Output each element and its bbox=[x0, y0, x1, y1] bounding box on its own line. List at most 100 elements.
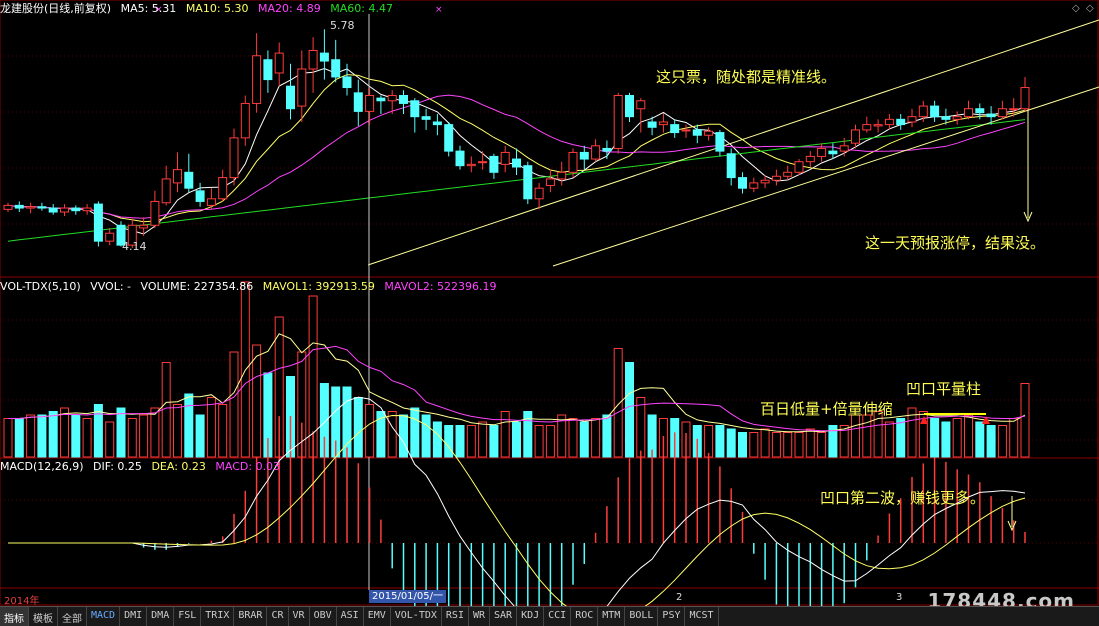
tab-psy[interactable]: PSY bbox=[658, 607, 686, 626]
volume-value: VOLUME: 227354.86 bbox=[140, 280, 254, 293]
macd-value: MACD: 0.03 bbox=[215, 460, 281, 473]
candle-body bbox=[794, 161, 804, 173]
candle-body bbox=[613, 94, 623, 149]
tab-boll[interactable]: BOLL bbox=[625, 607, 659, 626]
candle-body bbox=[82, 207, 92, 212]
volume-bar bbox=[1009, 418, 1019, 458]
ma60-value: MA60: 4.47 bbox=[330, 2, 393, 15]
volume-bar bbox=[3, 418, 13, 458]
volume-bar bbox=[478, 421, 488, 458]
tab-cr[interactable]: CR bbox=[267, 607, 289, 626]
candle-body bbox=[907, 116, 917, 123]
volume-bar bbox=[195, 414, 205, 458]
volume-bar bbox=[986, 425, 996, 458]
tab-指标[interactable]: 指标 bbox=[0, 607, 29, 626]
volume-bar bbox=[625, 362, 634, 458]
candle-body bbox=[738, 177, 747, 189]
candle-body bbox=[523, 165, 533, 200]
candle-body bbox=[93, 203, 103, 242]
candle-body bbox=[432, 121, 442, 126]
candle-body bbox=[331, 59, 341, 78]
macd-indicator-name: MACD(12,26,9) bbox=[0, 460, 84, 473]
price-panel-header: 龙建股份(日线,前复权) MA5: 5.31 MA10: 5.30 MA20: … bbox=[0, 0, 399, 16]
volume-bar bbox=[794, 432, 804, 458]
candle-body bbox=[862, 124, 872, 131]
tab-kdj[interactable]: KDJ bbox=[517, 607, 545, 626]
candle-body bbox=[365, 94, 375, 112]
volume-bar bbox=[71, 414, 81, 458]
tab-dma[interactable]: DMA bbox=[147, 607, 175, 626]
tab-wr[interactable]: WR bbox=[469, 607, 491, 626]
candle-body bbox=[930, 105, 940, 118]
candle-body bbox=[681, 129, 691, 132]
volume-bar bbox=[14, 418, 24, 458]
month-label-3: 3 bbox=[896, 592, 903, 603]
volume-bar bbox=[466, 425, 476, 458]
candle-body bbox=[692, 129, 702, 136]
volume-bar bbox=[421, 414, 431, 458]
cursor-date-label: 2015/01/05/一 bbox=[369, 590, 447, 603]
candle-body bbox=[173, 169, 182, 184]
tab-emv[interactable]: EMV bbox=[364, 607, 391, 626]
trend-line-upper bbox=[367, 19, 1099, 266]
candle-body bbox=[263, 59, 273, 81]
candle-body bbox=[286, 85, 295, 110]
volume-bar bbox=[150, 407, 160, 458]
candle-body bbox=[37, 206, 47, 209]
tab-全部[interactable]: 全部 bbox=[58, 607, 87, 626]
volume-bar bbox=[997, 425, 1007, 458]
tab-asi[interactable]: ASI bbox=[337, 607, 364, 626]
volume-bar bbox=[805, 428, 815, 458]
year-label: 2014年 bbox=[4, 596, 40, 607]
tab-vol-tdx[interactable]: VOL-TDX bbox=[391, 607, 442, 626]
tab-dmi[interactable]: DMI bbox=[120, 607, 148, 626]
candle-body bbox=[817, 147, 827, 157]
tab-obv[interactable]: OBV bbox=[310, 607, 337, 626]
candle-body bbox=[229, 137, 239, 179]
volume-bar bbox=[884, 421, 894, 458]
volume-bar bbox=[387, 411, 397, 458]
tab-macd[interactable]: MACD bbox=[87, 607, 121, 626]
tab-sar[interactable]: SAR bbox=[490, 607, 518, 626]
tab-fsl[interactable]: FSL bbox=[174, 607, 202, 626]
candle-body bbox=[828, 150, 838, 155]
indicator-tabbar: 指标 模板 全部 MACD DMI DMA FSL TRIX BRAR CR VR OBV ASI EMV… bbox=[0, 606, 1099, 626]
mavol1-value: MAVOL1: 392913.59 bbox=[262, 280, 375, 293]
tab-mtm[interactable]: MTM bbox=[598, 607, 626, 626]
candle-body bbox=[195, 190, 205, 202]
tab-vr[interactable]: VR bbox=[289, 607, 310, 626]
tab-roc[interactable]: ROC bbox=[571, 607, 599, 626]
candle-body bbox=[184, 171, 194, 189]
ma60-line bbox=[7, 119, 1026, 242]
candle-body bbox=[71, 207, 81, 212]
volume-bar bbox=[444, 425, 454, 458]
tab-mcst[interactable]: MCST bbox=[685, 607, 719, 626]
volume-bar bbox=[591, 418, 601, 458]
candle-body bbox=[161, 178, 171, 204]
candle-body bbox=[964, 108, 973, 118]
candle-body bbox=[252, 55, 262, 104]
candle-body bbox=[455, 150, 465, 167]
candle-body bbox=[14, 204, 24, 209]
candle-body bbox=[150, 200, 160, 226]
candle-body bbox=[749, 182, 759, 189]
stock-chart[interactable]: × × ◇ ◇ bbox=[0, 0, 1099, 625]
candle-body bbox=[625, 94, 634, 118]
volume-bar bbox=[252, 344, 262, 458]
candle-body bbox=[884, 118, 894, 126]
candle-body bbox=[387, 94, 397, 102]
volume-bar bbox=[82, 418, 92, 458]
candle-body bbox=[986, 113, 996, 118]
tab-模板[interactable]: 模板 bbox=[29, 607, 58, 626]
tab-brar[interactable]: BRAR bbox=[234, 607, 268, 626]
candle-body bbox=[3, 204, 13, 210]
ma10-line bbox=[7, 74, 1026, 223]
ma10-value: MA10: 5.30 bbox=[185, 2, 249, 15]
volume-bar bbox=[500, 411, 510, 458]
annotation-low-volume: 百日低量+倍量伸缩 bbox=[760, 400, 893, 418]
candle-body bbox=[941, 116, 951, 120]
tab-trix[interactable]: TRIX bbox=[201, 607, 235, 626]
tab-rsi[interactable]: RSI bbox=[442, 607, 469, 626]
tab-cci[interactable]: CCI bbox=[544, 607, 572, 626]
candle-body bbox=[308, 49, 318, 70]
